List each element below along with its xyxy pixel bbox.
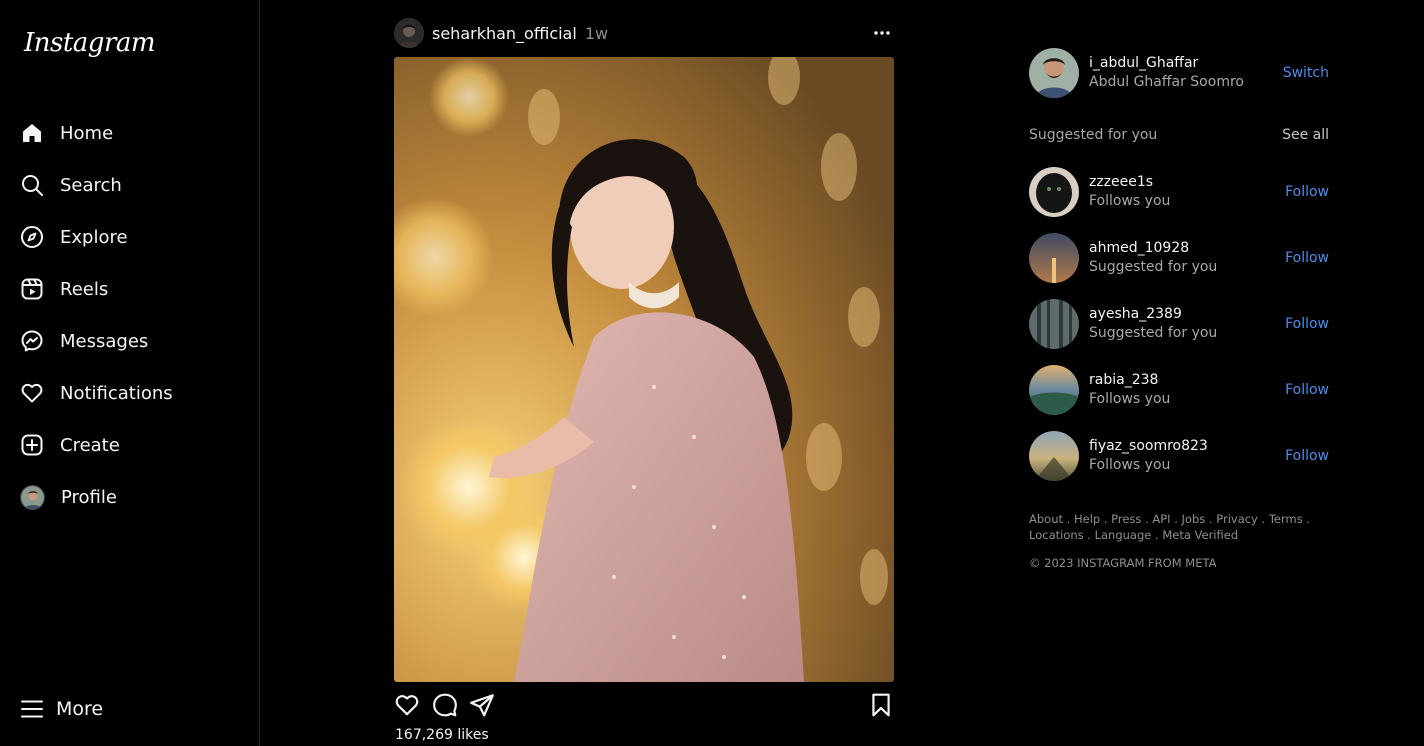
plus-square-icon — [21, 434, 43, 456]
post-timestamp: 1w — [584, 23, 609, 43]
suggestion-username[interactable]: fiyaz_soomro823 — [1089, 437, 1285, 455]
reels-icon — [21, 278, 43, 300]
nav-label: Notifications — [60, 382, 173, 404]
nav-label: Reels — [60, 278, 109, 300]
messenger-icon — [21, 330, 43, 352]
follow-button[interactable]: Follow — [1285, 448, 1329, 464]
suggestion-avatar[interactable] — [1029, 233, 1079, 283]
suggestion-row: zzzeee1s Follows you Follow — [1029, 167, 1329, 217]
post-actions — [394, 692, 894, 720]
like-heart-icon[interactable] — [394, 692, 420, 718]
nav-label: Home — [60, 122, 114, 144]
suggestion-subtitle: Suggested for you — [1089, 325, 1218, 341]
sidebar: Instagram Home Search Explore Reels Mess… — [0, 0, 260, 746]
nav-item-reels[interactable]: Reels — [20, 271, 108, 307]
nav-item-profile[interactable]: Profile — [20, 479, 117, 515]
post-image[interactable] — [394, 57, 894, 682]
nav-label: More — [56, 698, 104, 720]
suggestion-avatar[interactable] — [1029, 365, 1079, 415]
nav-item-messages[interactable]: Messages — [20, 323, 148, 359]
post-username[interactable]: seharkhan_official — [432, 24, 577, 43]
suggestion-username[interactable]: zzzeee1s — [1089, 173, 1285, 191]
nav-item-explore[interactable]: Explore — [20, 219, 128, 255]
suggestion-username[interactable]: rabia_238 — [1089, 371, 1285, 389]
current-user-row: i_abdul_Ghaffar Abdul Ghaffar Soomro Swi… — [1029, 48, 1329, 98]
suggestion-username[interactable]: ahmed_10928 — [1089, 239, 1285, 257]
more-options-icon[interactable] — [872, 23, 892, 43]
current-username[interactable]: i_abdul_Ghaffar — [1089, 54, 1283, 72]
nav-item-search[interactable]: Search — [20, 167, 122, 203]
nav-label: Messages — [60, 330, 149, 352]
suggestion-subtitle: Follows you — [1089, 391, 1171, 407]
menu-icon — [21, 700, 43, 718]
nav-label: Search — [60, 174, 122, 196]
footer-links-line2[interactable]: Locations . Language . Meta Verified — [1029, 527, 1319, 543]
suggestion-subtitle: Follows you — [1089, 193, 1171, 209]
see-all-link[interactable]: See all — [1282, 127, 1329, 143]
suggestion-row: ahmed_10928 Suggested for you Follow — [1029, 233, 1329, 283]
suggestion-subtitle: Suggested for you — [1089, 259, 1218, 275]
post-author-avatar[interactable] — [394, 18, 424, 48]
switch-account-button[interactable]: Switch — [1283, 65, 1329, 81]
suggestion-row: ayesha_2389 Suggested for you Follow — [1029, 299, 1329, 349]
share-send-icon[interactable] — [469, 692, 495, 718]
home-icon — [23, 124, 41, 142]
suggestion-subtitle: Follows you — [1089, 457, 1171, 473]
bookmark-icon[interactable] — [868, 692, 894, 718]
search-icon — [22, 175, 43, 196]
compass-icon — [21, 226, 43, 248]
post-header: seharkhan_official 1w — [394, 17, 894, 49]
follow-button[interactable]: Follow — [1285, 316, 1329, 332]
footer-links: About . Help . Press . API . Jobs . Priv… — [1029, 511, 1319, 543]
footer-links-line1[interactable]: About . Help . Press . API . Jobs . Priv… — [1029, 511, 1319, 527]
nav-label: Explore — [60, 226, 128, 248]
likes-count[interactable]: 167,269 likes — [395, 727, 489, 743]
heart-icon — [21, 383, 43, 403]
nav-item-more[interactable]: More — [20, 691, 103, 727]
current-user-avatar[interactable] — [1029, 48, 1079, 98]
nav-item-create[interactable]: Create — [20, 427, 120, 463]
follow-button[interactable]: Follow — [1285, 250, 1329, 266]
suggestion-avatar[interactable] — [1029, 431, 1079, 481]
nav-label: Profile — [61, 486, 117, 508]
nav-item-notifications[interactable]: Notifications — [20, 375, 173, 411]
suggestion-avatar[interactable] — [1029, 167, 1079, 217]
nav-label: Create — [60, 434, 120, 456]
instagram-logo[interactable]: Instagram — [24, 28, 156, 58]
copyright: © 2023 INSTAGRAM FROM META — [1029, 556, 1217, 570]
suggestion-username[interactable]: ayesha_2389 — [1089, 305, 1285, 323]
avatar — [20, 484, 45, 510]
suggestion-avatar[interactable] — [1029, 299, 1079, 349]
suggestion-row: rabia_238 Follows you Follow — [1029, 365, 1329, 415]
comment-icon[interactable] — [432, 692, 458, 718]
follow-button[interactable]: Follow — [1285, 382, 1329, 398]
nav-item-home[interactable]: Home — [20, 115, 113, 151]
current-full-name: Abdul Ghaffar Soomro — [1089, 74, 1244, 90]
follow-button[interactable]: Follow — [1285, 184, 1329, 200]
suggestion-row: fiyaz_soomro823 Follows you Follow — [1029, 431, 1329, 481]
suggestions-header: Suggested for you See all — [1029, 127, 1329, 143]
suggestions-title: Suggested for you — [1029, 127, 1158, 143]
